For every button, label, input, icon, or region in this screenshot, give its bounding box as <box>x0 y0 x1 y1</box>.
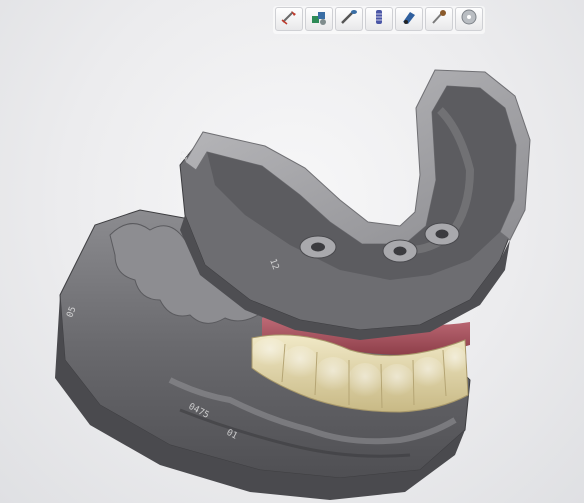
svg-text:12: 12 <box>179 150 191 162</box>
dental-model-render[interactable]: 0475 01 05 12 12 <box>0 0 584 503</box>
surgical-guide-tray: 12 12 <box>179 69 531 340</box>
3d-viewport[interactable]: 0475 01 05 12 12 <box>0 0 584 503</box>
